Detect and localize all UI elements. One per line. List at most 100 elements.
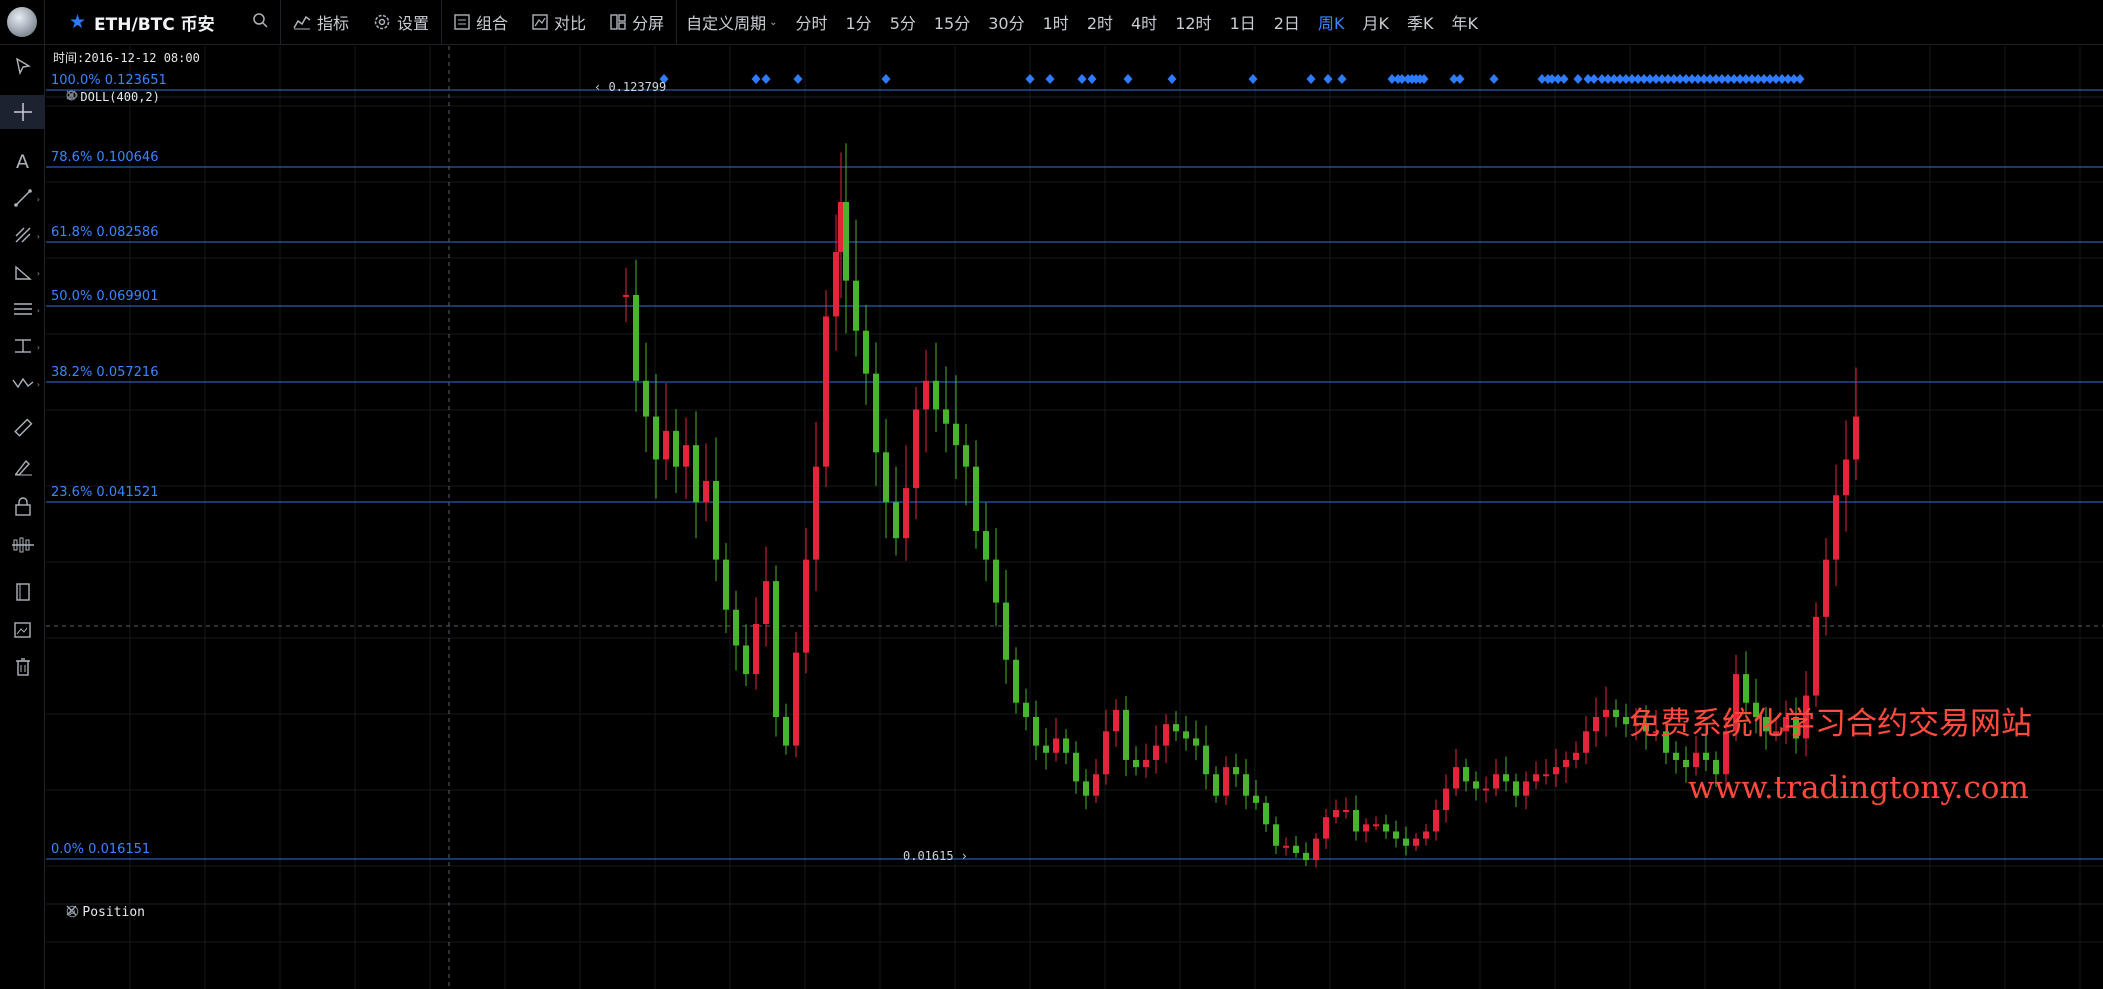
candlestick-plot[interactable] xyxy=(46,46,2103,989)
top-toolbar: ★ ETH/BTC 币安 指标 设置 组合 对比 分屏 自定义周期 ⌄ 分时 1分 5… xyxy=(0,0,2103,45)
lock-tool[interactable] xyxy=(0,489,45,523)
pitchfork-tool[interactable]: › xyxy=(0,218,45,252)
wave-icon xyxy=(11,377,33,389)
candle-body xyxy=(833,252,839,317)
signal-marker xyxy=(1559,74,1569,84)
candle-body xyxy=(623,294,629,297)
fib-level-label: 23.6% 0.041521 xyxy=(51,485,159,500)
candle-body xyxy=(1263,802,1269,825)
period-tab[interactable]: 30分 xyxy=(979,0,1033,45)
close-icon[interactable] xyxy=(66,90,76,100)
expand-arrow-icon: › xyxy=(36,343,40,352)
candle-body xyxy=(1233,767,1239,775)
signal-marker xyxy=(1455,74,1465,84)
candle-body xyxy=(1343,810,1349,813)
period-tab[interactable]: 1日 xyxy=(1221,0,1265,45)
ruler-text-icon xyxy=(14,339,31,353)
candle-body xyxy=(1673,752,1679,760)
custom-period-dropdown[interactable]: 自定义周期 ⌄ xyxy=(677,0,786,45)
period-tab[interactable]: 2时 xyxy=(1078,0,1122,45)
signal-marker xyxy=(881,74,891,84)
candle-body xyxy=(703,480,709,503)
candle-body xyxy=(1113,709,1119,732)
trash-tool[interactable] xyxy=(0,650,45,684)
bookmark-tool[interactable] xyxy=(0,575,45,609)
favorite-star-icon[interactable]: ★ xyxy=(69,11,86,33)
split-screen-button[interactable]: 分屏 xyxy=(598,0,676,45)
candle-body xyxy=(1503,774,1509,782)
trendline-tool[interactable]: › xyxy=(0,181,45,215)
candle-body xyxy=(913,409,919,489)
candle-body xyxy=(933,380,939,410)
candle-body xyxy=(1333,810,1339,818)
candle-body xyxy=(1483,788,1489,791)
pitchfork-icon xyxy=(15,227,30,243)
combo-button[interactable]: 组合 xyxy=(442,0,520,45)
signal-marker xyxy=(1306,74,1316,84)
candle-body xyxy=(1693,752,1699,768)
edit-image-tool[interactable] xyxy=(0,613,45,647)
symbol-name: ETH/BTC 币安 xyxy=(94,14,215,35)
signal-marker xyxy=(1077,74,1087,84)
period-tab[interactable]: 5分 xyxy=(881,0,925,45)
candle-body xyxy=(1513,781,1519,796)
compare-button[interactable]: 对比 xyxy=(520,0,598,45)
candle-body xyxy=(1563,759,1569,768)
search-icon[interactable] xyxy=(252,12,268,28)
candle-body xyxy=(1243,774,1249,796)
candle-body xyxy=(1553,767,1559,775)
candle-body xyxy=(733,609,739,646)
indicator-button[interactable]: 指标 xyxy=(281,0,361,45)
crosshair-tool[interactable] xyxy=(0,95,45,129)
candle-body xyxy=(683,445,689,467)
period-tab[interactable]: 12时 xyxy=(1166,0,1220,45)
channel-tool[interactable]: › xyxy=(0,292,45,326)
period-tab[interactable]: 4时 xyxy=(1122,0,1166,45)
position-panel-title: Position xyxy=(82,905,146,920)
candle-body xyxy=(1453,767,1459,789)
lock-icon xyxy=(14,497,31,516)
period-tab[interactable]: 月K xyxy=(1353,0,1398,45)
period-tab[interactable]: 季K xyxy=(1398,0,1443,45)
ruler-text-tool[interactable]: › xyxy=(0,329,45,363)
candle-body xyxy=(1013,659,1019,703)
period-tab[interactable]: 2日 xyxy=(1265,0,1309,45)
candle-body xyxy=(1303,852,1309,861)
expand-arrow-icon: › xyxy=(36,195,40,204)
magnet-tool[interactable] xyxy=(0,528,45,562)
brush-tool[interactable] xyxy=(0,450,45,484)
candle-body xyxy=(1203,745,1209,775)
candle-body xyxy=(1193,738,1199,746)
signal-marker xyxy=(1337,74,1347,84)
candle-body xyxy=(1163,724,1169,746)
close-icon[interactable] xyxy=(66,905,77,916)
candle-body xyxy=(633,294,639,381)
signal-marker xyxy=(1045,74,1055,84)
symbol-selector[interactable]: ★ ETH/BTC 币安 xyxy=(45,0,281,45)
wave-tool[interactable]: › xyxy=(0,366,45,400)
candle-body xyxy=(1103,731,1109,775)
text-tool[interactable]: A xyxy=(0,144,45,178)
price-chart[interactable]: 时间:2016-12-12 08:00 ⌄ DOLL(400,2) 100.0%… xyxy=(46,46,2103,989)
candle-body xyxy=(1123,709,1129,760)
candle-body xyxy=(1823,559,1829,617)
period-tab[interactable]: 15分 xyxy=(925,0,979,45)
period-tab[interactable]: 1分 xyxy=(837,0,881,45)
logo[interactable] xyxy=(0,0,45,45)
period-tab[interactable]: 分时 xyxy=(786,0,836,45)
indicator-icon xyxy=(293,15,311,30)
settings-button[interactable]: 设置 xyxy=(361,0,441,45)
triangle-tool[interactable]: › xyxy=(0,255,45,289)
signal-marker xyxy=(1167,74,1177,84)
candle-body xyxy=(643,380,649,417)
period-tab[interactable]: 1时 xyxy=(1034,0,1078,45)
measure-tool[interactable] xyxy=(0,411,45,445)
signal-marker xyxy=(1123,74,1133,84)
candle-body xyxy=(1423,831,1429,839)
period-tab[interactable]: 年K xyxy=(1442,0,1487,45)
logo-icon xyxy=(7,7,37,37)
candle-body xyxy=(753,624,759,675)
period-tab[interactable]: 周K xyxy=(1309,0,1354,45)
cursor-tool[interactable] xyxy=(0,49,45,83)
candle-body xyxy=(1363,824,1369,832)
